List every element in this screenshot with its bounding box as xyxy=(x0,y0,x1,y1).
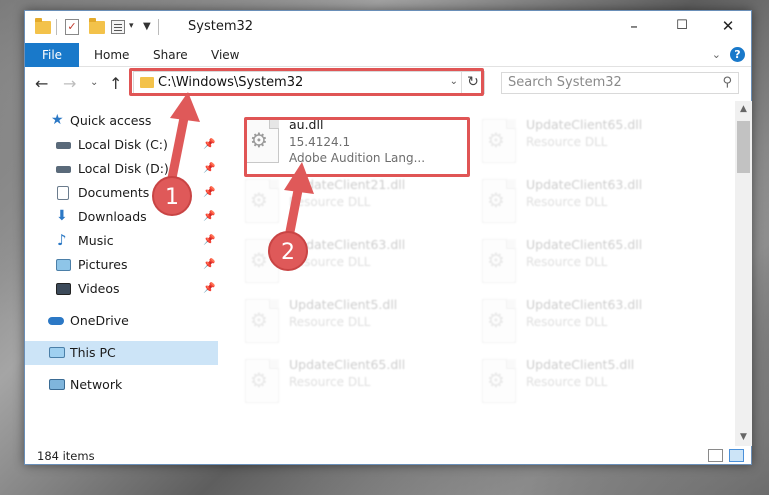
callout-1: 1 xyxy=(152,176,192,216)
arrow-1-head xyxy=(170,92,200,122)
annotation-arrows xyxy=(167,92,314,247)
arrow-2-head xyxy=(284,162,314,194)
callout-2: 2 xyxy=(268,231,308,271)
